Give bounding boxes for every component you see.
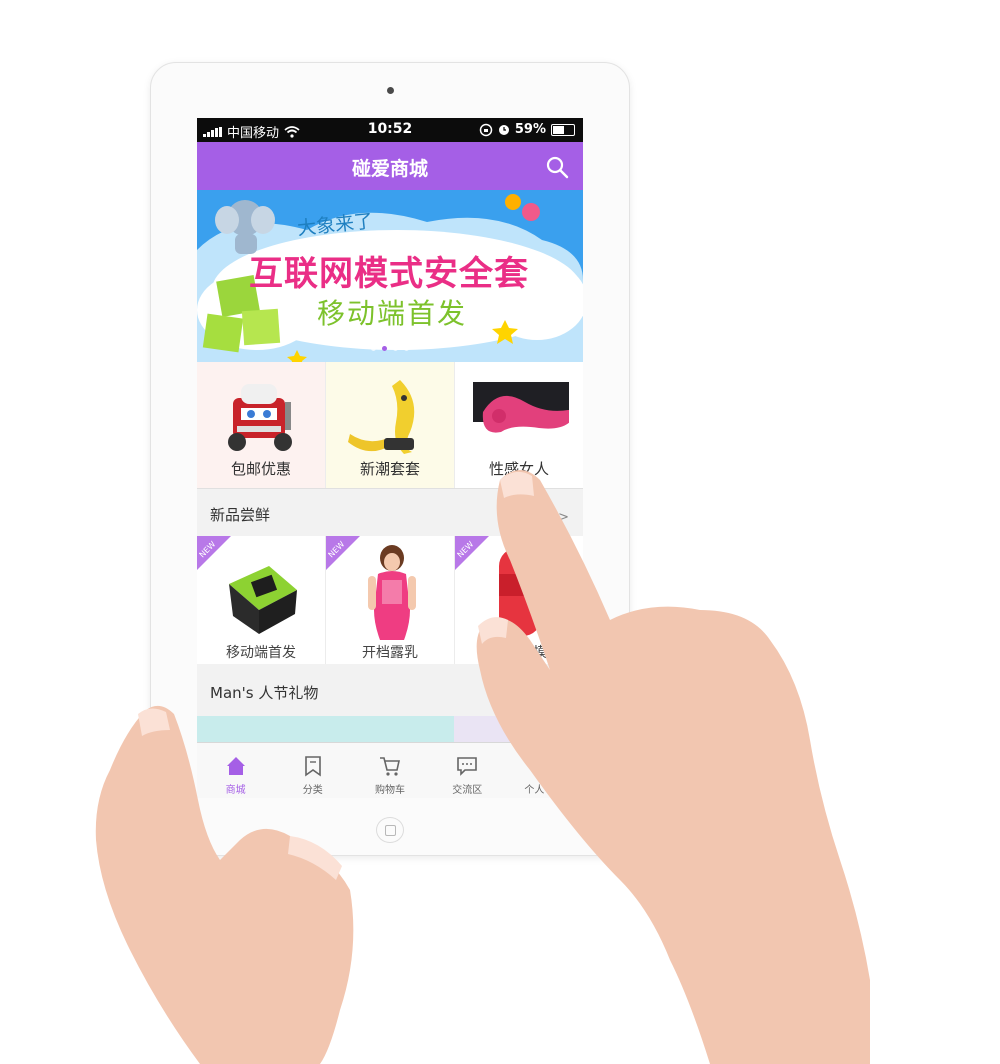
category-new-condoms[interactable]: 新潮套套: [326, 362, 455, 488]
banner-headline: 互联网模式安全套: [249, 254, 529, 294]
app-title: 碰爱商城: [351, 158, 428, 180]
section-title: 新品尝鲜: [210, 506, 271, 524]
promo-banner[interactable]: 大象来了 互联网模式安全套 移动端首发: [197, 190, 583, 362]
banana-image: [348, 380, 415, 454]
product-card[interactable]: NEW 开档露乳: [326, 536, 455, 664]
alarm-icon: [498, 124, 509, 135]
truck-image: [228, 384, 292, 451]
app-header: 碰爱商城: [197, 142, 583, 190]
left-hand-image: [95, 705, 354, 1064]
status-bar: 中国移动 10:52 59%: [197, 118, 583, 142]
product-label: 移动端首发: [226, 645, 296, 661]
search-icon[interactable]: [545, 155, 569, 179]
camera-icon: [387, 87, 394, 94]
product-label: 开档露乳: [362, 645, 418, 661]
carousel-dots[interactable]: [197, 346, 583, 351]
home-button[interactable]: [376, 817, 404, 843]
cart-icon: [380, 757, 400, 776]
banner-subline: 移动端首发: [317, 297, 468, 330]
tab-cart[interactable]: 购物车: [351, 743, 428, 798]
category-label: 新潮套套: [359, 460, 420, 478]
category-label: 包邮优惠: [230, 460, 291, 478]
carousel-dot[interactable]: [404, 346, 409, 351]
rotation-lock-icon: [479, 123, 493, 136]
carousel-dot-active[interactable]: [382, 346, 387, 351]
carousel-dot[interactable]: [371, 346, 376, 351]
category-free-shipping[interactable]: 包邮优惠: [197, 362, 326, 488]
right-hand-image: [476, 470, 870, 1064]
product-card[interactable]: NEW 移动端首发: [197, 536, 326, 664]
carousel-dot[interactable]: [393, 346, 398, 351]
battery-percent: 59%: [514, 122, 546, 137]
battery-icon: [551, 123, 575, 136]
tab-label: 购物车: [375, 785, 405, 796]
